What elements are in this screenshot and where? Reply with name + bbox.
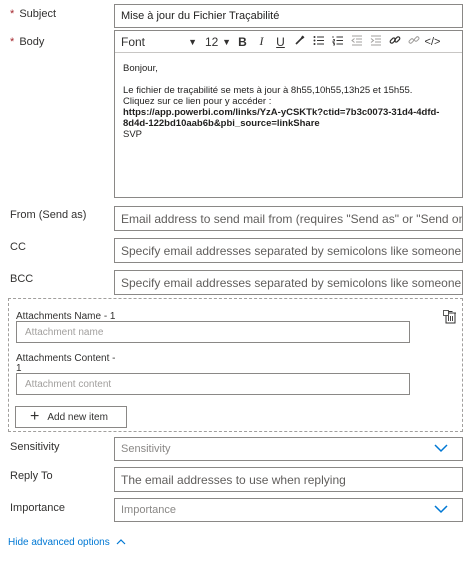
reply-to-input[interactable]: The email addresses to use when replying xyxy=(114,467,463,492)
indent-icon[interactable] xyxy=(366,35,385,49)
numbered-list-icon[interactable] xyxy=(328,35,347,49)
unlink-icon[interactable] xyxy=(404,34,423,49)
required-mark: * xyxy=(10,36,15,48)
outdent-icon[interactable] xyxy=(347,35,366,49)
importance-label: Importance xyxy=(10,502,66,514)
chevron-down-icon xyxy=(434,504,448,517)
bcc-label: BCC xyxy=(10,273,34,285)
paint-brush-icon[interactable] xyxy=(290,35,309,49)
italic-button[interactable]: I xyxy=(252,34,271,49)
attachments-section: Attachments Name - 1 Attachment name Att… xyxy=(8,298,463,432)
attachment-name-input[interactable]: Attachment name xyxy=(16,321,410,343)
cc-label: CC xyxy=(10,241,26,253)
hide-advanced-options-link[interactable]: Hide advanced options xyxy=(8,537,126,548)
bcc-input[interactable]: Specify email addresses separated by sem… xyxy=(114,270,463,295)
sensitivity-label: Sensitivity xyxy=(10,441,60,453)
font-family-dropdown[interactable]: Font ▼ xyxy=(115,35,201,49)
body-label: * Body xyxy=(10,36,45,48)
add-new-item-button[interactable]: + Add new item xyxy=(15,406,127,428)
editor-toolbar: Font ▼ 12 ▼ B I U </> xyxy=(115,31,462,53)
caret-down-icon: ▼ xyxy=(222,36,231,47)
body-line: Bonjour, xyxy=(123,63,158,74)
body-link-line: https://app.powerbi.com/links/YzA-yCSKTk… xyxy=(123,107,440,118)
cc-input[interactable]: Specify email addresses separated by sem… xyxy=(114,238,463,263)
body-line: Cliquez sur ce lien pour y accéder : xyxy=(123,96,272,107)
importance-dropdown[interactable]: Importance xyxy=(114,498,463,522)
sensitivity-dropdown[interactable]: Sensitivity xyxy=(114,437,463,461)
reply-to-label: Reply To xyxy=(10,470,53,482)
from-label: From (Send as) xyxy=(10,209,87,221)
bullet-list-icon[interactable] xyxy=(309,35,328,49)
plus-icon: + xyxy=(30,408,40,425)
chevron-up-icon xyxy=(116,537,126,548)
font-size-dropdown[interactable]: 12 ▼ xyxy=(201,35,233,49)
body-content[interactable]: Bonjour, Le fichier de traçabilité se me… xyxy=(115,53,462,150)
from-input[interactable]: Email address to send mail from (require… xyxy=(114,206,463,231)
body-line: Le fichier de traçabilité se mets à jour… xyxy=(123,85,413,96)
body-line: SVP xyxy=(123,129,143,140)
underline-button[interactable]: U xyxy=(271,35,290,49)
caret-down-icon: ▼ xyxy=(188,36,197,47)
attachment-content-input[interactable]: Attachment content xyxy=(16,373,410,395)
link-icon[interactable] xyxy=(385,34,404,49)
required-mark: * xyxy=(10,8,15,20)
attachments-content-label: Attachments Content - 1 xyxy=(16,353,116,374)
subject-input[interactable]: Mise à jour du Fichier Traçabilité xyxy=(114,4,463,28)
code-view-icon[interactable]: </> xyxy=(423,36,442,48)
body-link-line: 8d4d-122bd10aab6b&pbi_source=linkShare xyxy=(123,118,320,129)
subject-label: * Subject xyxy=(10,8,57,20)
chevron-down-icon xyxy=(434,443,448,456)
body-editor[interactable]: Font ▼ 12 ▼ B I U </> Bonjour, Le fichie… xyxy=(114,30,463,198)
bold-button[interactable]: B xyxy=(233,35,252,49)
delete-item-icon[interactable] xyxy=(443,310,457,329)
